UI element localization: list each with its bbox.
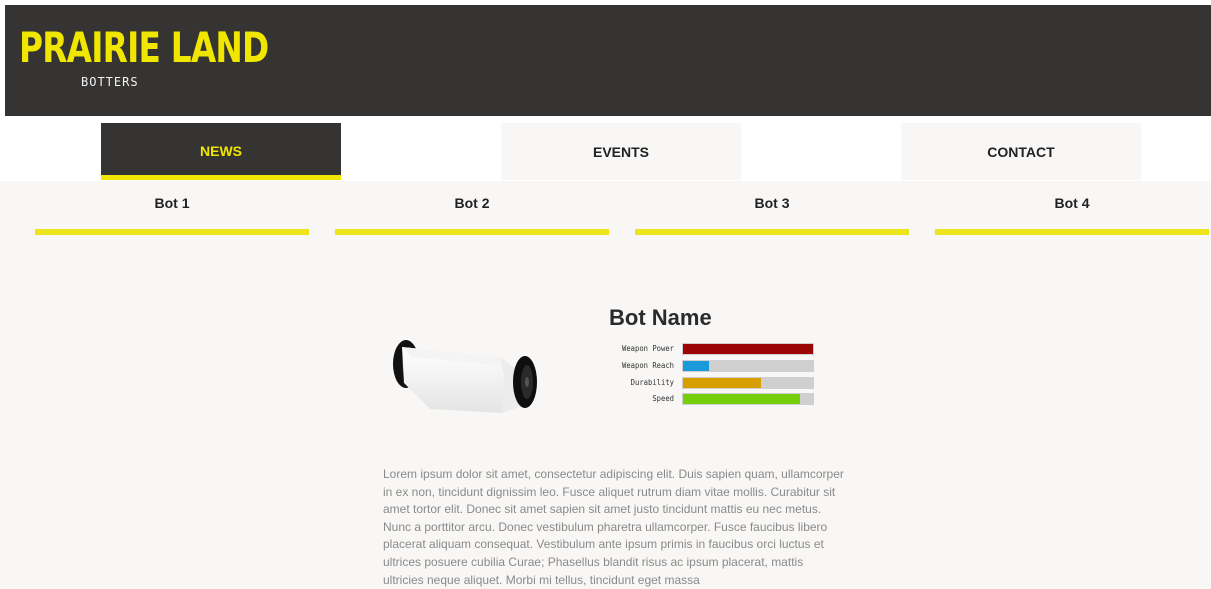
stat-bar-fill: [683, 344, 813, 354]
bot-tab-underline: [935, 229, 1209, 235]
bot-description: Lorem ipsum dolor sit amet, consectetur …: [383, 467, 844, 587]
bot-tab-label: Bot 3: [754, 195, 790, 211]
stat-bar-fill: [683, 378, 761, 388]
bot-tab-underline: [335, 229, 609, 235]
stat-row-weapon-reach: Weapon Reach: [600, 359, 820, 373]
stat-label: Speed: [652, 394, 674, 403]
stat-row-durability: Durability: [600, 376, 820, 390]
stat-row-weapon-power: Weapon Power: [600, 342, 820, 356]
nav-tab-news[interactable]: NEWS: [101, 123, 341, 180]
bot-tab-underline: [635, 229, 909, 235]
nav-tab-contact[interactable]: CONTACT: [901, 123, 1141, 180]
stat-label: Weapon Reach: [621, 361, 674, 370]
bot-tab-3[interactable]: Bot 3: [635, 181, 909, 236]
app-root: PRAIRIE LAND BOTTERS NEWS EVENTS CONTACT…: [0, 0, 1211, 589]
stat-bar-track: [682, 360, 814, 372]
nav-tab-label: EVENTS: [592, 143, 649, 160]
nav-tab-events[interactable]: EVENTS: [501, 123, 741, 180]
site-header: PRAIRIE LAND BOTTERS: [5, 5, 1211, 116]
bot-name-heading: Bot Name: [609, 305, 712, 330]
stat-bar-track: [682, 377, 814, 389]
bot-tab-1[interactable]: Bot 1: [35, 181, 309, 236]
stat-bar-track: [682, 343, 814, 355]
logo-subtitle: BOTTERS: [81, 75, 139, 89]
bot-tab-label: Bot 1: [154, 195, 190, 211]
stat-label: Weapon Power: [621, 344, 674, 353]
stat-row-speed: Speed: [600, 392, 820, 406]
stat-bar-fill: [683, 394, 800, 404]
nav-tab-label: CONTACT: [987, 143, 1055, 160]
bot-tab-2[interactable]: Bot 2: [335, 181, 609, 236]
bot-tab-label: Bot 2: [454, 195, 490, 211]
stat-bar-fill: [683, 361, 709, 371]
bot-tab-label: Bot 4: [1054, 195, 1090, 211]
robot-image: [390, 335, 542, 415]
nav-tab-label: NEWS: [200, 143, 242, 159]
bot-stats: Weapon Power Weapon Reach Durability Spe…: [600, 342, 820, 408]
stat-label: Durability: [630, 378, 674, 387]
bot-tab-underline: [35, 229, 309, 235]
bot-tab-4[interactable]: Bot 4: [935, 181, 1209, 236]
logo-title: PRAIRIE LAND: [19, 23, 269, 72]
stat-bar-track: [682, 393, 814, 405]
site-logo[interactable]: PRAIRIE LAND BOTTERS: [19, 24, 269, 96]
